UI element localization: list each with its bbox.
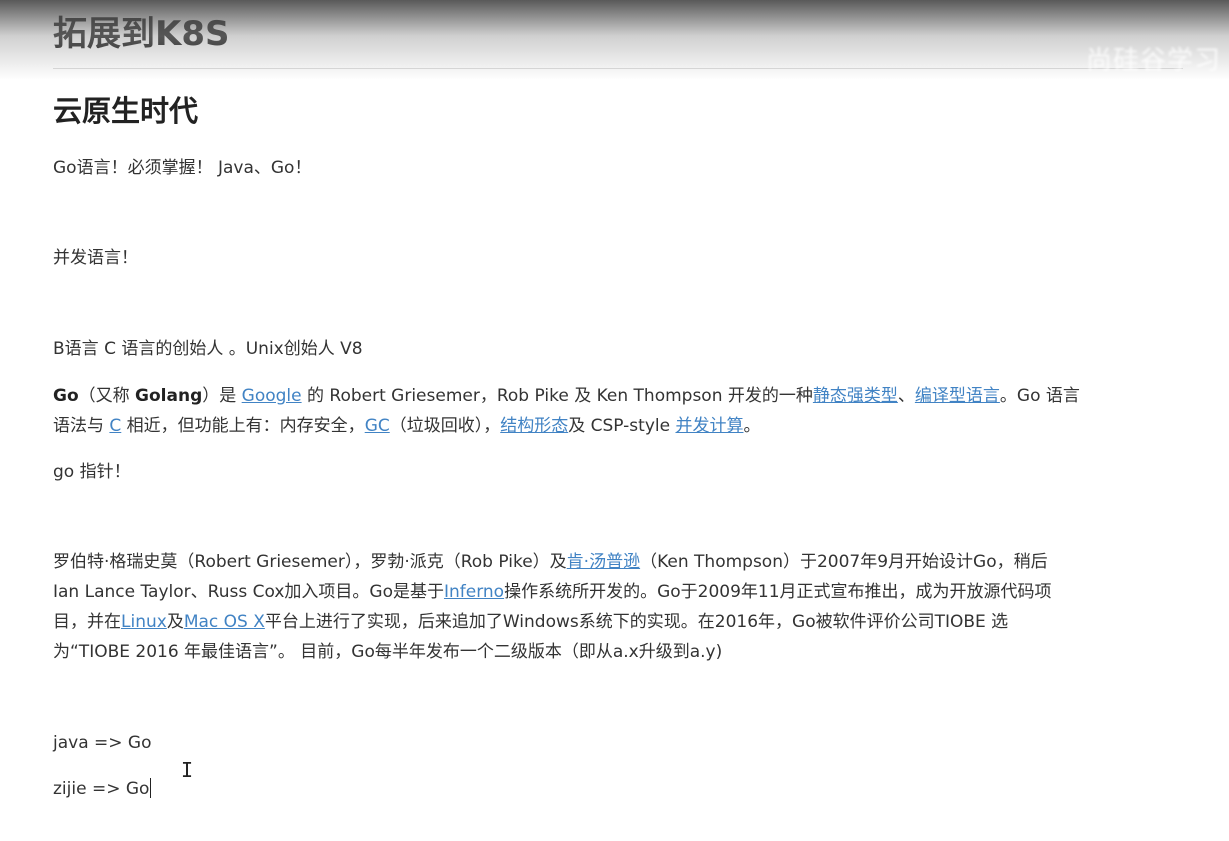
text-segment: 及 CSP-style bbox=[568, 416, 676, 436]
text-segment: 语法与 bbox=[53, 416, 110, 436]
link-gc[interactable]: GC bbox=[365, 416, 390, 436]
ibeam-cursor-icon: I bbox=[181, 758, 194, 782]
link-concurrency[interactable]: 并发计算 bbox=[675, 416, 743, 436]
link-static-typed[interactable]: 静态强类型 bbox=[813, 386, 898, 406]
paragraph-java-to-go: java => Go bbox=[53, 733, 152, 753]
paragraph-history-line3: 目，并在Linux及Mac OS X平台上进行了实现，后来追加了Windows系… bbox=[53, 607, 1008, 637]
text-segment: （垃圾回收）， bbox=[389, 416, 501, 436]
paragraph-go-intro-line2: 语法与 C 相近，但功能上有：内存安全，GC（垃圾回收），结构形态及 CSP-s… bbox=[53, 411, 760, 441]
text-segment: Ian Lance Taylor、Russ Cox加入项目。Go是基于 bbox=[53, 582, 444, 602]
paragraph-history-line2: Ian Lance Taylor、Russ Cox加入项目。Go是基于Infer… bbox=[53, 577, 1052, 607]
paragraph-concurrency-language: 并发语言！ bbox=[53, 248, 138, 268]
text-segment: 。Go 语言 bbox=[999, 386, 1080, 406]
text-segment: （Ken Thompson）于2007年9月开始设计Go，稍后 bbox=[640, 552, 1048, 572]
paragraph-go-pointer: go 指针！ bbox=[53, 462, 131, 482]
section-title: 云原生时代 bbox=[53, 94, 199, 128]
text-caret bbox=[150, 778, 152, 798]
text-segment: 操作系统所开发的。Go于2009年11月正式宣布推出，成为开放源代码项 bbox=[504, 582, 1052, 602]
link-c[interactable]: C bbox=[109, 416, 121, 436]
bold-golang: Golang bbox=[135, 386, 203, 406]
text-segment: 及 bbox=[166, 612, 184, 632]
heading-divider bbox=[53, 68, 1183, 69]
text-segment: 、 bbox=[897, 386, 915, 406]
bold-go: Go bbox=[53, 386, 79, 406]
link-inferno[interactable]: Inferno bbox=[444, 582, 504, 602]
link-linux[interactable]: Linux bbox=[121, 612, 167, 632]
paragraph-history-line4: 为“TIOBE 2016 年最佳语言”。 目前，Go每半年发布一个二级版本（即从… bbox=[53, 642, 723, 662]
link-structural[interactable]: 结构形态 bbox=[500, 416, 568, 436]
link-ken-thompson[interactable]: 肯·汤普逊 bbox=[567, 552, 640, 572]
paragraph-go-intro-line1: Go（又称 Golang）是 Google 的 Robert Griesemer… bbox=[53, 381, 1080, 411]
paragraph-zijie-to-go[interactable]: zijie => Go bbox=[53, 774, 152, 804]
watermark: 尚硅谷学习 bbox=[1085, 46, 1221, 76]
paragraph-history-line1: 罗伯特·格瑞史莫（Robert Griesemer），罗勃·派克（Rob Pik… bbox=[53, 547, 1048, 577]
text-segment: 。 bbox=[743, 416, 761, 436]
previous-heading: 拓展到K8S bbox=[53, 14, 230, 54]
text-segment: 平台上进行了实现，后来追加了Windows系统下的实现。在2016年，Go被软件… bbox=[264, 612, 1009, 632]
text-segment: 目，并在 bbox=[53, 612, 121, 632]
text-segment: （又称 bbox=[78, 386, 136, 406]
link-mac-os-x[interactable]: Mac OS X bbox=[184, 612, 265, 632]
link-compiled-language[interactable]: 编译型语言 bbox=[915, 386, 1000, 406]
text-segment: 罗伯特·格瑞史莫（Robert Griesemer），罗勃·派克（Rob Pik… bbox=[53, 552, 567, 572]
text-segment: 相近，但功能上有：内存安全， bbox=[121, 416, 365, 436]
paragraph-go-must-learn: Go语言！必须掌握！ Java、Go！ bbox=[53, 158, 312, 178]
text-segment: ）是 bbox=[202, 386, 242, 406]
link-google[interactable]: Google bbox=[242, 386, 302, 406]
paragraph-b-language: B语言 C 语言的创始人 。Unix创始人 V8 bbox=[53, 339, 363, 359]
text-segment: 的 Robert Griesemer，Rob Pike 及 Ken Thomps… bbox=[301, 386, 813, 406]
text-segment: zijie => Go bbox=[53, 779, 150, 799]
